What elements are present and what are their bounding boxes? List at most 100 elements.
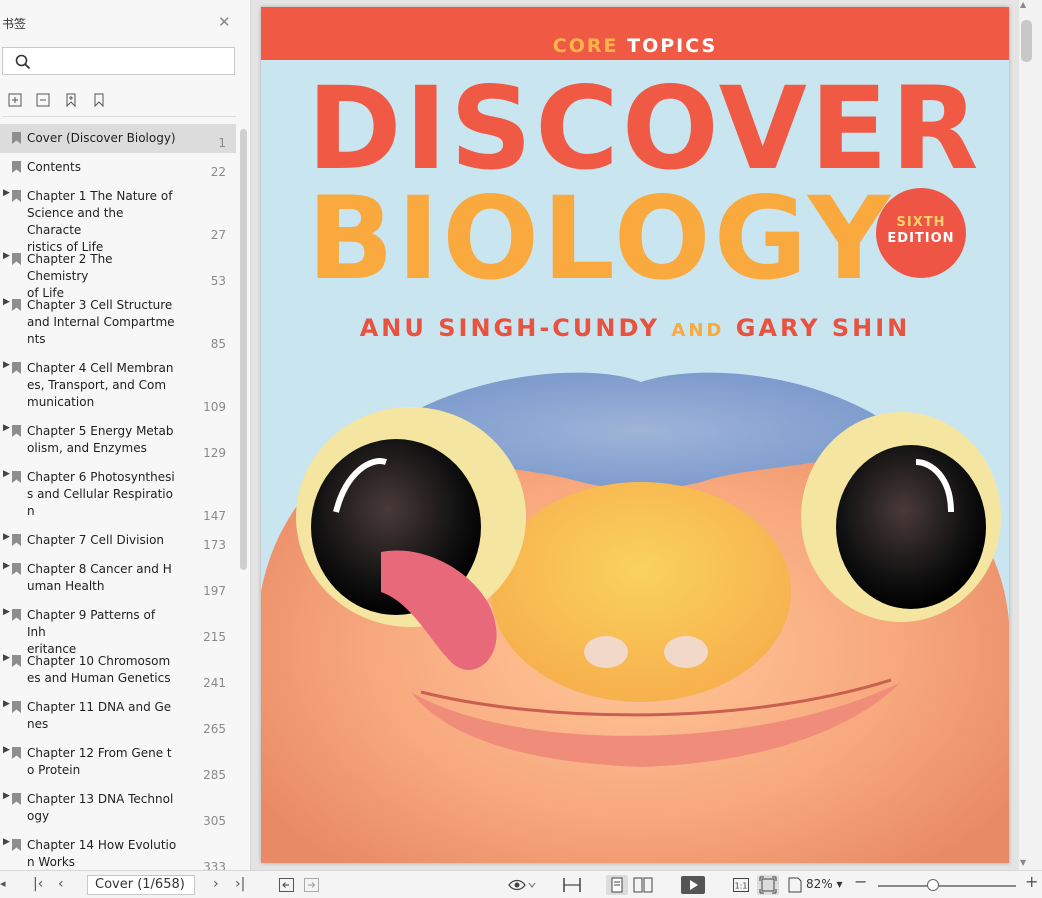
edition-badge: SIXTH EDITION [876, 188, 966, 278]
fit-page-icon[interactable] [757, 875, 779, 895]
bookmark-item[interactable]: ▶ Chapter 3 Cell Structure and Internal C… [0, 291, 236, 354]
bookmark-item[interactable]: ▶ Chapter 4 Cell Membran es, Transport, a… [0, 354, 236, 417]
expand-caret-icon[interactable]: ▶ [3, 653, 10, 663]
read-mode-eye-icon[interactable] [508, 878, 536, 892]
bookmark-item[interactable]: ▶ Chapter 13 DNA Technol ogy 305 [0, 785, 236, 831]
bookmark-page-number: 109 [203, 400, 226, 414]
bookmark-item[interactable]: ▶ Chapter 14 How Evolutio n Works 333 [0, 831, 236, 870]
expand-caret-icon[interactable]: ▶ [3, 745, 10, 755]
banner-topics: TOPICS [627, 35, 718, 57]
bookmark-icon[interactable] [91, 92, 107, 108]
zoom-out-icon[interactable]: − [854, 874, 867, 890]
first-page-icon[interactable]: |‹ [33, 876, 43, 892]
bookmark-page-number: 197 [203, 584, 226, 598]
bookmark-label: Cover (Discover Biology) [27, 131, 176, 145]
bookmark-page-number: 285 [203, 768, 226, 782]
svg-text:1:1: 1:1 [735, 882, 748, 891]
bookmark-item[interactable]: ▶ Chapter 11 DNA and Ge nes 265 [0, 693, 236, 739]
bookmark-item[interactable]: ▶ Chapter 2 The Chemistry of Life 53 [0, 245, 236, 300]
expand-caret-icon[interactable]: ▶ [3, 469, 10, 479]
vertical-scrollbar[interactable] [1019, 0, 1042, 870]
two-page-icon[interactable] [633, 877, 653, 893]
bookmark-icon [12, 793, 21, 805]
expand-caret-icon[interactable]: ▶ [3, 561, 10, 571]
bookmark-label: Chapter 8 Cancer and H uman Health [27, 562, 172, 593]
expand-caret-icon[interactable]: ▶ [3, 423, 10, 433]
bookmark-label: Chapter 13 DNA Technol ogy [27, 792, 174, 823]
bookmark-item[interactable]: ▶ Chapter 10 Chromosom es and Human Genet… [0, 647, 236, 693]
page-zoom-icon[interactable] [787, 877, 803, 893]
expand-caret-icon[interactable]: ▶ [3, 607, 10, 617]
bookmark-icon [12, 190, 21, 202]
expand-all-icon[interactable] [7, 92, 23, 108]
bookmark-panel: 书签 ✕ Cover (Discover Biology) 1 Contents 22… [0, 0, 251, 870]
bookmark-item[interactable]: ▶ Chapter 7 Cell Division 173 [0, 526, 236, 555]
zoom-value: 82% [806, 877, 833, 891]
zoom-slider-handle[interactable] [927, 879, 939, 891]
bookmark-label: Chapter 6 Photosynthesi s and Cellular R… [27, 470, 175, 518]
bookmark-item[interactable]: ▶ Chapter 5 Energy Metab olism, and Enzym… [0, 417, 236, 463]
zoom-level[interactable]: 82% ▾ [806, 877, 843, 891]
scroll-up-icon[interactable]: ▲ [1020, 0, 1026, 9]
close-icon[interactable]: ✕ [218, 13, 231, 31]
collapse-all-icon[interactable] [35, 92, 51, 108]
bookmark-page-number: 22 [210, 165, 226, 179]
expand-caret-icon[interactable]: ▶ [3, 837, 10, 847]
bookmark-icon [12, 563, 21, 575]
bookmark-item[interactable]: ▶ Chapter 8 Cancer and H uman Health 197 [0, 555, 236, 601]
document-view: CORE TOPICS DISCOVER BIOLOGY SIXTH EDITI… [251, 0, 1019, 870]
next-page-icon[interactable]: › [213, 876, 219, 892]
slideshow-play-icon[interactable] [681, 876, 705, 894]
last-page-icon[interactable]: ›| [235, 876, 245, 892]
expand-caret-icon[interactable]: ▶ [3, 791, 10, 801]
bookmark-list: Cover (Discover Biology) 1 Contents 22 ▶ Chap… [0, 124, 236, 870]
expand-caret-icon[interactable]: ▶ [3, 251, 10, 261]
bookmark-label: Chapter 12 From Gene t o Protein [27, 746, 172, 777]
bookmark-label: Chapter 5 Energy Metab olism, and Enzyme… [27, 424, 174, 455]
scrollbar-thumb[interactable] [1021, 20, 1032, 62]
bookmark-icon [12, 425, 21, 437]
bookmark-item[interactable]: Cover (Discover Biology) 1 [0, 124, 236, 153]
forward-icon[interactable] [304, 878, 319, 892]
back-icon[interactable] [279, 878, 294, 892]
bookmark-item[interactable]: ▶ Chapter 1 The Nature of Science and the… [0, 182, 236, 254]
bookmark-page-number: 27 [210, 228, 226, 242]
edition-line1: SIXTH [896, 215, 946, 230]
add-bookmark-icon[interactable] [63, 92, 79, 108]
cover-title-line1: DISCOVER [307, 62, 982, 195]
cover-banner: CORE TOPICS [261, 7, 1009, 60]
bookmark-item[interactable]: ▶ Chapter 12 From Gene t o Protein 285 [0, 739, 236, 785]
bookmark-page-number: 265 [203, 722, 226, 736]
bookmark-item[interactable]: ▶ Chapter 6 Photosynthesi s and Cellular … [0, 463, 236, 526]
panel-toggle-icon[interactable]: ◂ [0, 876, 6, 892]
bottom-toolbar: ◂ |‹ ‹ Cover (1/658) › ›| 1:1 82% ▾ − + [0, 870, 1042, 898]
single-page-icon[interactable] [606, 875, 628, 895]
banner-text: CORE TOPICS [261, 35, 1009, 57]
bookmark-item[interactable]: Contents 22 [0, 153, 236, 182]
bookmark-search-input[interactable] [2, 47, 235, 75]
zoom-slider[interactable] [878, 885, 1016, 887]
cover-title-line2: BIOLOGY [307, 172, 894, 305]
expand-caret-icon[interactable]: ▶ [3, 188, 10, 198]
zoom-in-icon[interactable]: + [1025, 874, 1038, 890]
page-number-input[interactable]: Cover (1/658) [87, 875, 195, 895]
panel-title: 书签 [2, 17, 27, 31]
previous-page-icon[interactable]: ‹ [58, 876, 64, 892]
bookmark-item[interactable]: ▶ Chapter 9 Patterns of Inh eritance 215 [0, 601, 236, 656]
search-icon [15, 54, 31, 70]
expand-caret-icon[interactable]: ▶ [3, 699, 10, 709]
expand-caret-icon[interactable]: ▶ [3, 297, 10, 307]
scroll-down-icon[interactable]: ▼ [1020, 858, 1026, 867]
sidebar-scrollbar[interactable] [240, 129, 247, 570]
actual-size-icon[interactable]: 1:1 [733, 878, 749, 892]
fit-width-icon[interactable] [563, 877, 581, 893]
bookmark-label: Chapter 4 Cell Membran es, Transport, an… [27, 361, 174, 409]
banner-core: CORE [552, 35, 619, 57]
expand-caret-icon[interactable]: ▶ [3, 532, 10, 542]
expand-caret-icon[interactable]: ▶ [3, 360, 10, 370]
bookmark-label: Chapter 3 Cell Structure and Internal Co… [27, 298, 175, 346]
edition-line2: EDITION [887, 231, 955, 246]
bookmark-icon [12, 161, 21, 173]
bookmark-icon [12, 747, 21, 759]
author-2: GARY SHIN [735, 314, 911, 342]
